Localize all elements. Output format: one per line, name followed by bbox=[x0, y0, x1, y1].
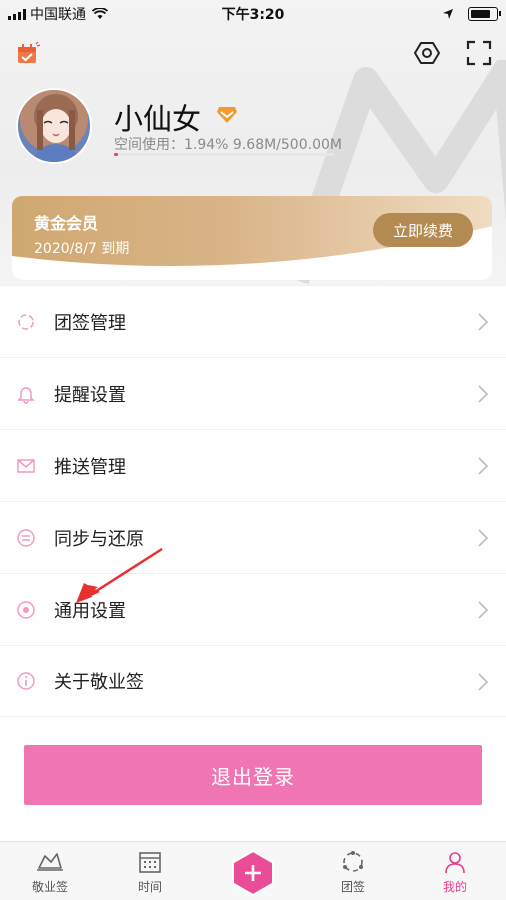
menu-item-about[interactable]: 关于敬业签 bbox=[0, 645, 506, 717]
note-icon bbox=[37, 853, 63, 871]
carrier-name: 中国联通 bbox=[30, 7, 86, 23]
menu-item-label: 提醒设置 bbox=[54, 384, 126, 406]
scan-icon[interactable] bbox=[466, 40, 492, 66]
renew-button[interactable]: 立即续费 bbox=[373, 213, 473, 247]
username: 小仙女 bbox=[114, 102, 202, 136]
vip-diamond-icon bbox=[217, 107, 237, 123]
menu-item-label: 关于敬业签 bbox=[54, 672, 144, 693]
membership-expiry: 2020/8/7 到期 bbox=[34, 241, 130, 257]
group-sign-icon bbox=[18, 313, 34, 330]
logout-button[interactable]: 退出登录 bbox=[24, 745, 482, 805]
location-arrow-icon bbox=[443, 9, 453, 19]
tab-label: 我的 bbox=[442, 880, 467, 894]
tab-time[interactable]: 时间 bbox=[110, 850, 190, 895]
chevron-right-icon bbox=[478, 673, 488, 691]
status-bar: 中国联通 下午3:20 bbox=[0, 0, 506, 28]
add-button[interactable] bbox=[230, 850, 276, 896]
general-settings-icon bbox=[17, 600, 35, 619]
storage-progress-bar bbox=[114, 153, 334, 156]
tab-notes[interactable]: 敬业签 bbox=[10, 850, 90, 895]
tab-team[interactable]: 团签 bbox=[313, 850, 393, 895]
bell-icon bbox=[17, 386, 35, 404]
team-icon bbox=[343, 851, 363, 872]
membership-card[interactable]: 黄金会员 2020/8/7 到期 立即续费 bbox=[12, 196, 492, 280]
chevron-right-icon bbox=[478, 313, 488, 331]
chevron-right-icon bbox=[478, 385, 488, 403]
menu-item-push[interactable]: 推送管理 bbox=[0, 429, 506, 501]
menu-item-label: 团签管理 bbox=[54, 312, 126, 334]
membership-title: 黄金会员 bbox=[34, 214, 99, 233]
battery-icon bbox=[468, 7, 501, 21]
annotation-arrow bbox=[76, 547, 163, 603]
menu-item-label: 推送管理 bbox=[54, 456, 126, 478]
calendar-check-icon[interactable] bbox=[16, 42, 40, 66]
chevron-right-icon bbox=[478, 529, 488, 547]
menu-item-group-sign[interactable]: 团签管理 bbox=[0, 285, 506, 357]
settings-menu: 团签管理 提醒设置 推送管理 同步与还原 通用设置 关于敬业签 bbox=[0, 285, 506, 717]
signal-icon bbox=[8, 8, 26, 20]
tab-label: 团签 bbox=[340, 880, 365, 894]
avatar[interactable] bbox=[16, 88, 92, 164]
tab-label: 敬业签 bbox=[31, 880, 68, 894]
chevron-right-icon bbox=[478, 601, 488, 619]
storage-usage-text: 空间使用：1.94% 9.68M/500.00M bbox=[114, 137, 342, 153]
settings-icon[interactable] bbox=[414, 40, 440, 66]
menu-item-reminder[interactable]: 提醒设置 bbox=[0, 357, 506, 429]
wifi-icon bbox=[92, 8, 108, 19]
mail-icon bbox=[17, 458, 35, 473]
chevron-right-icon bbox=[478, 457, 488, 475]
calendar-grid-icon bbox=[139, 852, 161, 873]
sync-icon bbox=[17, 528, 35, 547]
info-icon bbox=[17, 672, 35, 690]
tab-profile[interactable]: 我的 bbox=[415, 850, 495, 895]
profile-icon bbox=[445, 852, 465, 874]
tab-label: 时间 bbox=[137, 880, 162, 894]
